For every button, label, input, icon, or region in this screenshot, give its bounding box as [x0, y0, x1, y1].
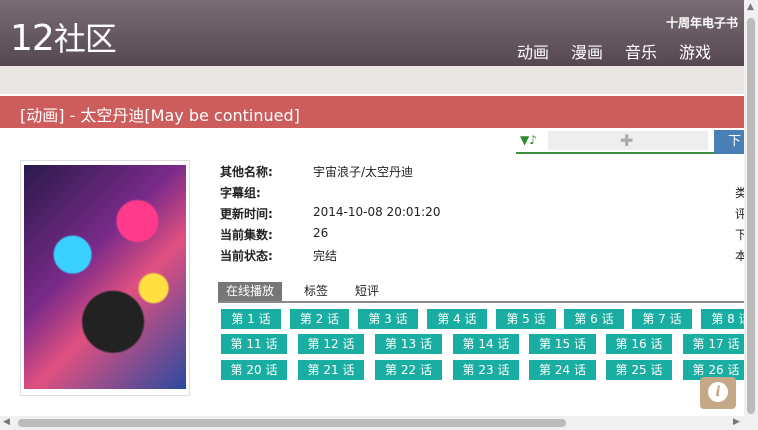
episode-button[interactable]: 第 12 话: [298, 334, 364, 354]
sub-nav-bar: [0, 66, 744, 94]
main-nav: 动画 漫画 音乐 游戏: [517, 39, 711, 63]
horizontal-scrollbar[interactable]: ◀ ▶: [0, 416, 744, 430]
horizontal-scroll-thumb[interactable]: [18, 419, 566, 427]
info-row: 更新时间: 2014-10-08 20:01:20 评: [220, 205, 748, 221]
scroll-left-icon[interactable]: ◀: [3, 417, 10, 427]
download-button[interactable]: 下: [714, 130, 744, 154]
episode-button[interactable]: 第 3 话: [358, 309, 418, 329]
info-row: 当前集数: 26 下: [220, 226, 748, 242]
tab-tags[interactable]: 标签: [296, 282, 336, 301]
episode-button[interactable]: 第 14 话: [453, 334, 519, 354]
episode-button[interactable]: 第 11 话: [221, 334, 287, 354]
episode-button[interactable]: 第 22 话: [375, 360, 442, 380]
music-note-icon[interactable]: ▼♪: [520, 133, 537, 147]
page-title: [动画] - 太空丹迪[May be continued]: [20, 106, 300, 125]
site-logo[interactable]: 12社区: [10, 14, 117, 60]
episode-button[interactable]: 第 5 话: [496, 309, 556, 329]
episode-button[interactable]: 第 23 话: [453, 360, 519, 380]
info-icon: i: [708, 382, 728, 402]
episode-button[interactable]: 第 6 话: [564, 309, 624, 329]
music-player[interactable]: ▼♪ ✚: [516, 130, 714, 154]
info-row: 字幕组: 类: [220, 186, 748, 200]
episode-button[interactable]: 第 4 话: [427, 309, 487, 329]
episode-button[interactable]: 第 7 话: [632, 309, 692, 329]
episode-button[interactable]: 第 13 话: [375, 334, 442, 354]
nav-item-manga[interactable]: 漫画: [571, 39, 603, 63]
page-title-bar: [动画] - 太空丹迪[May be continued]: [0, 96, 744, 128]
episode-list: 第 1 话 第 2 话 第 3 话 第 4 话 第 5 话 第 6 话 第 7 …: [221, 309, 744, 381]
episode-button[interactable]: 第 17 话: [683, 334, 744, 354]
episode-button[interactable]: 第 25 话: [606, 360, 672, 380]
poster-art: [24, 165, 186, 389]
scroll-up-icon[interactable]: ▲: [747, 2, 754, 12]
episode-button[interactable]: 第 16 话: [606, 334, 672, 354]
info-table: 其他名称: 宇宙浪子/太空丹迪 字幕组: 类 更新时间: 2014-10-08 20:…: [220, 163, 748, 268]
episode-button[interactable]: 第 20 话: [221, 360, 287, 380]
info-row: 当前状态: 完结本: [220, 249, 748, 263]
episode-button[interactable]: 第 1 话: [221, 309, 281, 329]
scroll-right-icon[interactable]: ▶: [733, 417, 740, 427]
vertical-scrollbar[interactable]: ▲: [744, 0, 758, 430]
tab-reviews[interactable]: 短评: [347, 282, 387, 301]
episode-button[interactable]: 第 21 话: [298, 360, 364, 380]
vertical-scroll-thumb[interactable]: [747, 18, 755, 414]
info-row: 其他名称: 宇宙浪子/太空丹迪: [220, 165, 414, 179]
poster-image: [20, 160, 190, 396]
episode-button[interactable]: 第 2 话: [290, 309, 349, 329]
episode-button[interactable]: 第 15 话: [529, 334, 596, 354]
nav-item-anime[interactable]: 动画: [517, 39, 549, 63]
episode-button[interactable]: 第 8 话: [701, 309, 744, 329]
ebook-link[interactable]: 十周年电子书: [666, 14, 738, 31]
info-button[interactable]: i: [700, 377, 736, 409]
puzzle-icon: ✚: [620, 131, 634, 150]
nav-item-games[interactable]: 游戏: [679, 39, 711, 63]
nav-item-music[interactable]: 音乐: [625, 39, 657, 63]
site-header: 12社区 十周年电子书 动画 漫画 音乐 游戏: [0, 0, 744, 66]
tab-online-play[interactable]: 在线播放: [218, 282, 283, 301]
episode-button[interactable]: 第 24 话: [529, 360, 596, 380]
content-tabs: 在线播放 标签 短评: [218, 281, 744, 303]
